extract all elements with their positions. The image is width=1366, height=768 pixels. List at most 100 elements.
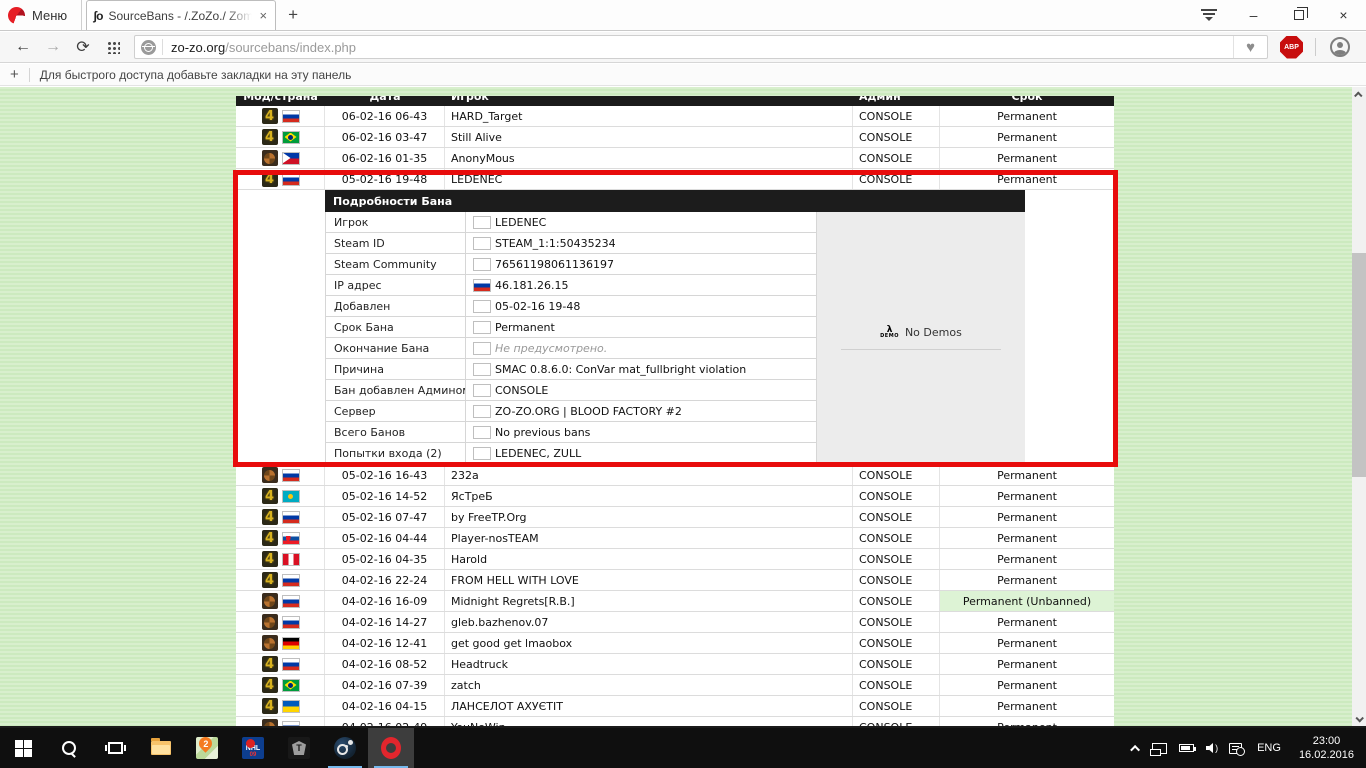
ip-country-flag-icon — [474, 238, 490, 249]
url-field[interactable]: zo-zo.org/sourcebans/index.php ♥ — [134, 35, 1268, 59]
country-flag-icon — [283, 533, 299, 544]
admin-cell: CONSOLE — [853, 148, 940, 168]
ban-row[interactable]: 4 06-02-16 03-47 Still Alive CONSOLE Per… — [236, 127, 1114, 148]
date-cell: 04-02-16 16-09 — [325, 591, 445, 611]
ban-row[interactable]: 04-02-16 14-27 gleb.bazhenov.07 CONSOLE … — [236, 612, 1114, 633]
scroll-up-button[interactable] — [1352, 87, 1366, 102]
ip-country-flag-icon — [474, 427, 490, 438]
player-cell: Player-nosTEAM — [445, 528, 853, 548]
vertical-scrollbar[interactable] — [1352, 87, 1366, 728]
term-cell: Permanent — [940, 148, 1114, 168]
header-date: Дата — [325, 96, 445, 106]
globe-icon — [141, 40, 156, 55]
task-view-button[interactable] — [92, 728, 138, 768]
player-cell: gleb.bazhenov.07 — [445, 612, 853, 632]
add-bookmark-button[interactable]: + — [10, 66, 19, 83]
ban-row[interactable]: 4 04-02-16 07-39 zatch CONSOLE Permanent — [236, 675, 1114, 696]
opera-menu-button[interactable]: Меню — [0, 0, 82, 30]
detail-label: Steam Community — [325, 254, 465, 275]
detail-value: STEAM_1:1:50435234 — [465, 233, 817, 254]
speed-dial-button[interactable] — [100, 35, 126, 59]
world-of-tanks-button[interactable]: T — [276, 728, 322, 768]
speaker-waves-icon: ) — [1215, 743, 1217, 753]
detail-value: 05-02-16 19-48 — [465, 296, 817, 317]
admin-cell: CONSOLE — [853, 654, 940, 674]
action-center-button[interactable] — [1224, 728, 1247, 768]
detail-value: Не предусмотрено. — [465, 338, 817, 359]
detail-value: LEDENEC, ZULL — [465, 443, 817, 464]
detail-value: Permanent — [465, 317, 817, 338]
forward-button[interactable]: → — [40, 35, 66, 59]
battery-status-button[interactable] — [1174, 728, 1199, 768]
detail-value: 46.181.26.15 — [465, 275, 817, 296]
start-button[interactable] — [0, 728, 46, 768]
ban-row[interactable]: 4 04-02-16 22-24 FROM HELL WITH LOVE CON… — [236, 570, 1114, 591]
term-cell: Permanent — [940, 528, 1114, 548]
term-cell: Permanent — [940, 675, 1114, 695]
ban-row[interactable]: 4 05-02-16 04-35 Harold CONSOLE Permanen… — [236, 549, 1114, 570]
ban-row[interactable]: 04-02-16 12-41 get good get lmaobox CONS… — [236, 633, 1114, 654]
2gis-button[interactable]: 2 — [184, 728, 230, 768]
ban-row[interactable]: 05-02-16 16-43 232a CONSOLE Permanent — [236, 465, 1114, 486]
ban-row[interactable]: 4 04-02-16 04-15 ЛАНСЕЛОТ АХУЄТІТ CONSOL… — [236, 696, 1114, 717]
nhl09-button[interactable]: NHL09 — [230, 728, 276, 768]
game-mod-icon — [262, 150, 278, 166]
file-explorer-button[interactable] — [138, 728, 184, 768]
back-button[interactable]: ← — [10, 35, 36, 59]
player-cell: Harold — [445, 549, 853, 569]
detail-label: Steam ID — [325, 233, 465, 254]
ban-row[interactable]: 06-02-16 01-35 AnonyMous CONSOLE Permane… — [236, 148, 1114, 169]
detail-row: Попытки входа (2) LEDENEC, ZULL — [325, 443, 817, 464]
taskbar: 2 NHL09 T ) ENG 23:00 16.02.2016 — [0, 728, 1366, 768]
detail-value-text: Не предусмотрено. — [495, 342, 607, 355]
minimize-button[interactable]: – — [1231, 0, 1276, 30]
restore-button[interactable] — [1276, 0, 1321, 30]
ban-row[interactable]: 4 05-02-16 14-52 ЯсТреБ CONSOLE Permanen… — [236, 486, 1114, 507]
detail-label: Добавлен — [325, 296, 465, 317]
ban-row[interactable]: 4 05-02-16 04-44 Player-nosTEAM CONSOLE … — [236, 528, 1114, 549]
tab-close-icon[interactable]: × — [258, 8, 270, 23]
detail-label: Попытки входа (2) — [325, 443, 465, 464]
game-mod-icon: 4 — [262, 677, 278, 693]
search-button[interactable] — [46, 728, 92, 768]
ban-row[interactable]: 4 05-02-16 19-48 LEDENEC CONSOLE Permane… — [236, 169, 1114, 190]
detail-label: Причина — [325, 359, 465, 380]
detail-label: Окончание Бана — [325, 338, 465, 359]
game-mod-icon: 4 — [262, 572, 278, 588]
country-flag-icon — [283, 617, 299, 628]
admin-cell: CONSOLE — [853, 169, 940, 189]
scroll-down-button[interactable] — [1352, 711, 1366, 726]
steam-button[interactable] — [322, 728, 368, 768]
new-tab-button[interactable]: + — [276, 0, 310, 30]
chevron-down-icon — [1355, 714, 1363, 722]
ban-details-title: Подробности Бана — [325, 190, 1025, 212]
opera-tiles-button[interactable] — [1186, 0, 1231, 30]
player-cell: Still Alive — [445, 127, 853, 147]
tab-sourcebans[interactable]: ʃo SourceBans - /.ZoZo./ Zom × — [86, 0, 276, 30]
adblock-plus-badge[interactable]: ABP — [1280, 36, 1303, 59]
bookmark-heart-button[interactable]: ♥ — [1233, 36, 1267, 58]
header-admin: Админ — [853, 96, 940, 106]
detail-value-text: ZO-ZO.ORG | BLOOD FACTORY #2 — [495, 405, 682, 418]
volume-button[interactable]: ) — [1201, 728, 1222, 768]
account-icon[interactable] — [1330, 37, 1350, 57]
detail-row: Всего Банов No previous bans — [325, 422, 817, 443]
ban-row[interactable]: 04-02-16 16-09 Midnight Regrets[R.B.] CO… — [236, 591, 1114, 612]
mod-country-cell: 4 — [236, 654, 325, 674]
ban-row[interactable]: 4 05-02-16 07-47 by FreeTP.Org CONSOLE P… — [236, 507, 1114, 528]
term-cell: Permanent (Unbanned) — [940, 591, 1114, 611]
reload-button[interactable]: ⟳ — [70, 35, 96, 59]
scrollbar-thumb[interactable] — [1352, 253, 1366, 477]
term-cell: Permanent — [940, 106, 1114, 126]
folder-icon — [151, 741, 171, 755]
ban-row[interactable]: 4 06-02-16 06-43 HARD_Target CONSOLE Per… — [236, 106, 1114, 127]
opera-button[interactable] — [368, 728, 414, 768]
close-button[interactable]: × — [1321, 0, 1366, 30]
ban-row[interactable]: 4 04-02-16 08-52 Headtruck CONSOLE Perma… — [236, 654, 1114, 675]
language-indicator[interactable]: ENG — [1249, 728, 1289, 768]
country-flag-icon — [283, 174, 299, 185]
tray-expand-button[interactable] — [1128, 728, 1145, 768]
mod-country-cell: 4 — [236, 106, 325, 126]
network-status-button[interactable] — [1147, 728, 1172, 768]
clock[interactable]: 23:00 16.02.2016 — [1291, 728, 1362, 768]
